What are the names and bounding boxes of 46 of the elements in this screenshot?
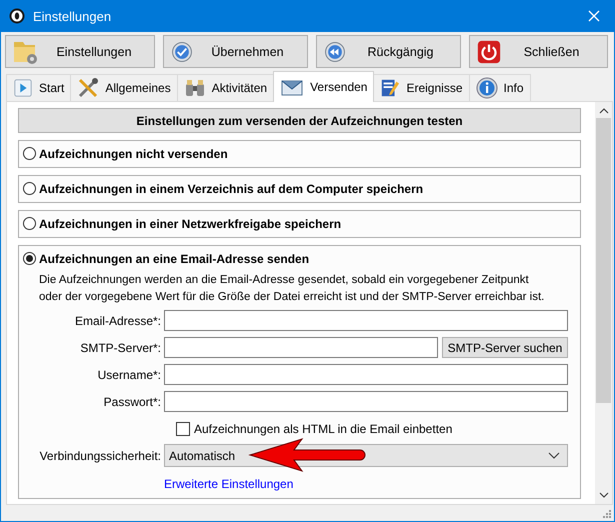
tools-icon bbox=[77, 77, 100, 99]
field-label: Username*: bbox=[96, 368, 161, 382]
rewind-icon bbox=[323, 40, 347, 64]
toolbar-button[interactable]: Einstellungen bbox=[5, 35, 155, 68]
field-label: Passwort*: bbox=[102, 394, 161, 408]
search-server-button[interactable]: SMTP-Server suchen bbox=[442, 337, 568, 358]
description-text: Die Aufzeichnungen werden an die Email-Adresse gesendet, sobald ein vorgegebener Zeitpunkt oder der vorgegebene Wert für die Größe der Datei erreicht ist und der SMTP-Server erreichbar ist. bbox=[39, 273, 546, 305]
test-button[interactable]: Einstellungen zum versenden der Aufzeichnungen testen bbox=[18, 108, 581, 133]
toolbar-button[interactable]: Schließen bbox=[469, 35, 608, 68]
radio-button[interactable] bbox=[23, 147, 36, 160]
info-icon bbox=[476, 77, 498, 99]
input-field[interactable] bbox=[164, 310, 568, 331]
checkmark-icon bbox=[170, 40, 194, 64]
chevron-down-icon[interactable] bbox=[598, 492, 608, 498]
field-label: Email-Adresse*: bbox=[74, 314, 161, 328]
scrollbar[interactable] bbox=[595, 102, 612, 504]
power-icon bbox=[476, 38, 502, 64]
play-icon bbox=[13, 78, 33, 98]
radio-option[interactable]: Aufzeichnungen in einer Netzwerkfreigabe speichern bbox=[23, 215, 576, 232]
toolbar-button[interactable]: Rückgängig bbox=[316, 35, 461, 68]
checkbox[interactable] bbox=[176, 422, 190, 436]
radio-button[interactable] bbox=[23, 217, 36, 230]
radio-option[interactable]: Aufzeichnungen an eine Email-Adresse senden bbox=[23, 250, 576, 267]
input-field[interactable] bbox=[164, 364, 568, 385]
field-label: SMTP-Server*: bbox=[79, 340, 161, 354]
tab[interactable]: Start bbox=[6, 74, 72, 101]
notepad-pencil-icon bbox=[380, 77, 400, 99]
radio-button[interactable] bbox=[23, 182, 36, 195]
app-icon bbox=[9, 8, 25, 24]
window-title: Einstellungen bbox=[33, 8, 112, 24]
toolbar-button[interactable]: Übernehmen bbox=[163, 35, 308, 68]
close-icon[interactable] bbox=[588, 10, 600, 22]
tab[interactable]: Versenden bbox=[273, 71, 374, 102]
tab[interactable]: Info bbox=[468, 74, 531, 101]
radio-button[interactable] bbox=[23, 252, 36, 265]
field-label: Verbindungssicherheit: bbox=[38, 448, 161, 462]
chevron-up-icon[interactable] bbox=[598, 108, 608, 114]
input-field[interactable] bbox=[164, 391, 568, 412]
radio-option[interactable]: Aufzeichnungen in einem Verzeichnis auf dem Computer speichern bbox=[23, 180, 576, 197]
advanced-settings-link[interactable]: Erweiterte Einstellungen bbox=[164, 477, 294, 491]
resize-grip-icon[interactable] bbox=[602, 509, 612, 519]
radio-option[interactable]: Aufzeichnungen nicht versenden bbox=[23, 145, 576, 162]
binoculars-icon bbox=[184, 77, 206, 99]
checkbox-option[interactable]: Aufzeichnungen als HTML in die Email einbetten bbox=[176, 422, 568, 436]
chevron-down-icon bbox=[548, 452, 560, 460]
input-field[interactable] bbox=[164, 337, 438, 358]
